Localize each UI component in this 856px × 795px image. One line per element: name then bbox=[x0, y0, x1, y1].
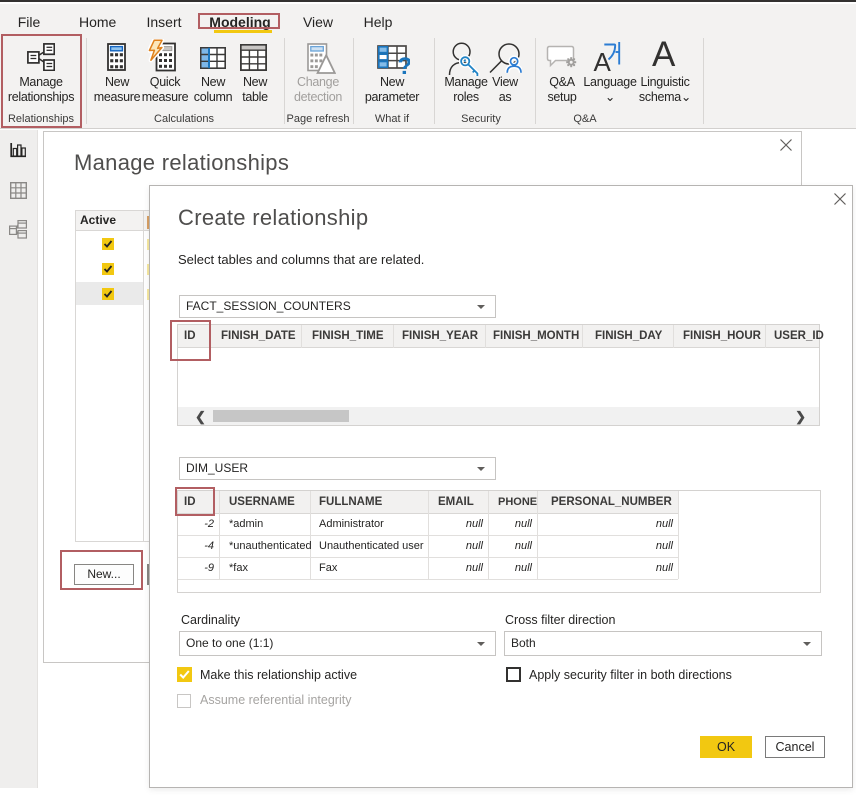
svg-text:?: ? bbox=[398, 53, 411, 75]
